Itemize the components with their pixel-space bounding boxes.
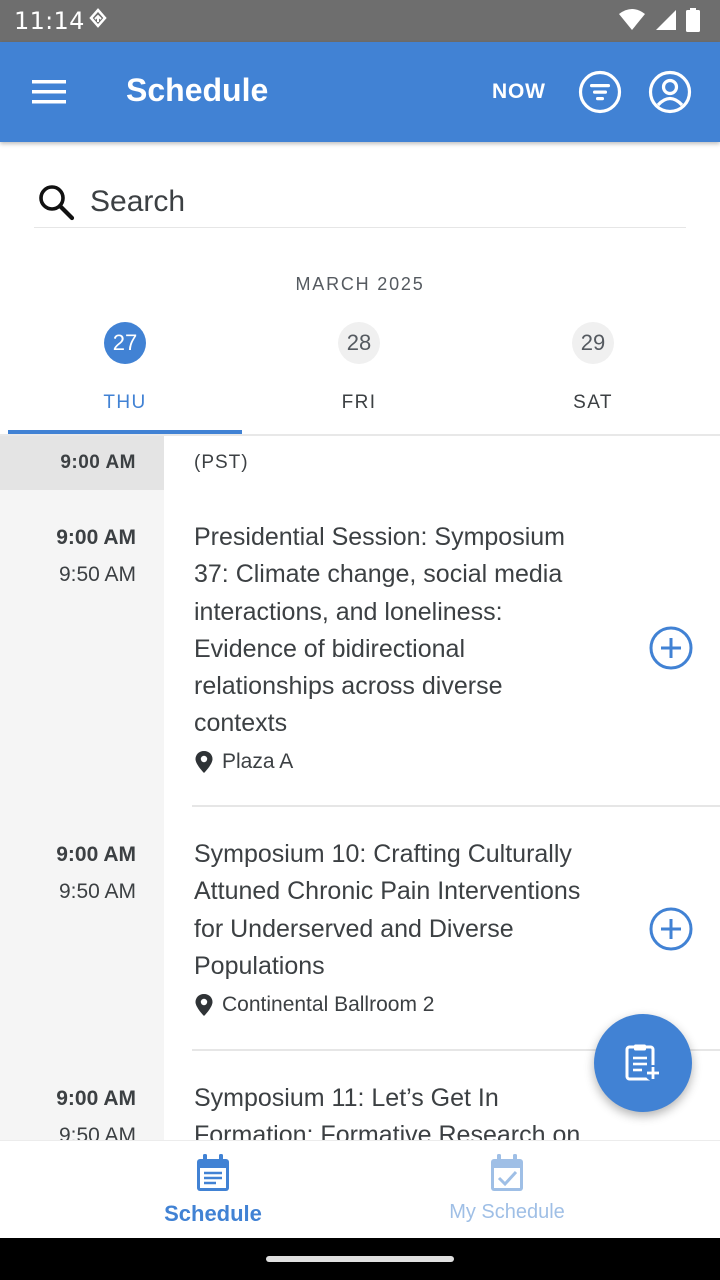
session-time: 9:00 AM 9:50 AM (0, 526, 136, 587)
bottom-navigation: Schedule My Schedule (0, 1140, 720, 1238)
list-divider (192, 805, 720, 807)
session-title-line: Populations (194, 951, 325, 980)
page-title: Schedule (126, 72, 269, 108)
session-location: Continental Ballroom 2 (194, 993, 434, 1017)
time-group-label: 9:00 AM (60, 452, 136, 473)
session-time: 9:00 AM 9:50 AM (0, 1087, 136, 1140)
day-name: FRI (341, 392, 377, 413)
session-title-line: Formation: Formative Research on (194, 1121, 581, 1140)
session-title-line: Evidence of bidirectional (194, 634, 465, 663)
session-title-line: for Underserved and Diverse (194, 914, 514, 943)
menu-button[interactable] (28, 72, 70, 112)
day-tab-sat[interactable]: 29 SAT (476, 322, 710, 434)
calendar-check-icon (491, 1154, 523, 1191)
session-start: 9:00 AM (56, 1087, 136, 1110)
day-tab-thu[interactable]: 27 THU (8, 322, 242, 434)
session-title[interactable]: Presidential Session: Symposium 37: Clim… (194, 519, 614, 743)
session-end: 9:50 AM (58, 563, 136, 586)
account-button[interactable] (648, 70, 692, 114)
session-end: 9:50 AM (58, 1124, 136, 1140)
session-title-line: relationships across diverse (194, 672, 503, 701)
wifi-icon (618, 8, 646, 37)
location-service-icon (88, 8, 108, 39)
day-number: 29 (572, 322, 614, 364)
filter-button[interactable] (578, 70, 622, 114)
system-navigation-bar (0, 1238, 720, 1280)
session-title-line: contexts (194, 709, 288, 738)
add-to-schedule-fab[interactable] (594, 1014, 692, 1112)
time-group-header: 9:00 AM (0, 436, 164, 490)
search-bar (34, 176, 686, 228)
day-tab-fri[interactable]: 28 FRI (242, 322, 476, 434)
month-label: MARCH 2025 (295, 274, 425, 294)
app-bar: Schedule NOW (0, 42, 720, 142)
calendar-icon (197, 1154, 229, 1191)
session-title[interactable]: Symposium 11: Let’s Get In Formation: Fo… (194, 1080, 614, 1140)
session-title-line: Symposium 10: Crafting Culturally (194, 840, 572, 868)
location-pin-icon (195, 751, 213, 773)
nav-schedule[interactable]: Schedule (63, 1141, 363, 1239)
session-title-line: 37: Climate change, social media (194, 560, 563, 589)
signal-icon (654, 8, 678, 37)
session-title-line: Presidential Session: Symposium (194, 523, 565, 551)
menu-icon (32, 80, 66, 104)
nav-my-schedule[interactable]: My Schedule (357, 1141, 657, 1239)
add-to-my-schedule-button[interactable] (648, 625, 694, 671)
clipboard-add-icon (625, 1044, 661, 1081)
location-text: Plaza A (222, 750, 294, 773)
account-icon (648, 70, 692, 114)
home-gesture-handle[interactable] (266, 1256, 454, 1262)
add-to-my-schedule-button[interactable] (648, 906, 694, 952)
day-name: THU (103, 392, 147, 413)
session-start: 9:00 AM (56, 526, 136, 549)
session-title-line: Attuned Chronic Pain Interventions (194, 877, 581, 906)
session-location: Plaza A (194, 750, 293, 774)
search-icon (36, 182, 76, 227)
search-input[interactable] (90, 182, 670, 222)
status-bar: 11:14 (0, 0, 720, 42)
location-pin-icon (195, 994, 213, 1016)
session-time: 9:00 AM 9:50 AM (0, 843, 136, 904)
status-icons (618, 8, 700, 37)
location-text: Continental Ballroom 2 (222, 993, 435, 1016)
session-title[interactable]: Symposium 10: Crafting Culturally Attune… (194, 836, 614, 985)
session-start: 9:00 AM (56, 843, 136, 866)
now-button[interactable]: NOW (492, 80, 546, 104)
day-number: 27 (104, 322, 146, 364)
timezone-label: (PST) (194, 452, 249, 473)
battery-icon (686, 8, 700, 37)
nav-label: Schedule (164, 1201, 262, 1226)
day-number: 28 (338, 322, 380, 364)
add-circle-icon (649, 907, 693, 951)
session-title-line: Symposium 11: Let’s Get In (194, 1084, 499, 1112)
day-name: SAT (573, 392, 613, 413)
session-end: 9:50 AM (58, 880, 136, 903)
nav-label: My Schedule (449, 1201, 565, 1223)
status-time: 11:14 (14, 7, 85, 35)
filter-icon (578, 70, 622, 114)
add-circle-icon (649, 626, 693, 670)
session-title-line: interactions, and loneliness: (194, 597, 503, 626)
